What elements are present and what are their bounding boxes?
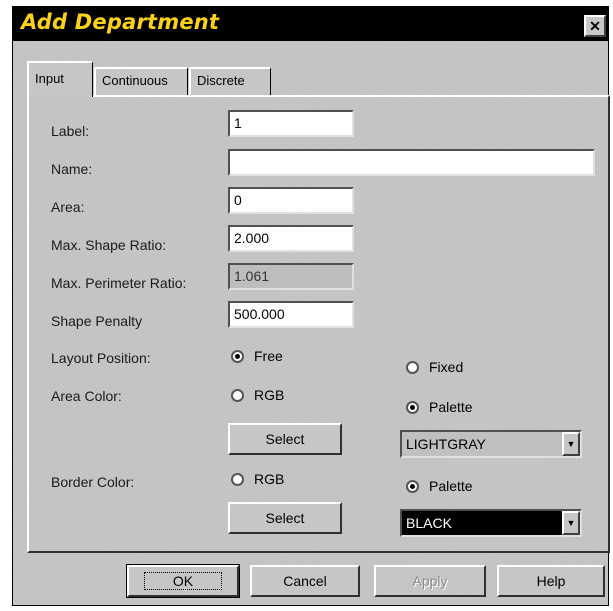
- dialog-title: Add Department: [21, 10, 220, 34]
- area-color-select-button[interactable]: Select: [228, 423, 342, 455]
- area-input[interactable]: 0: [228, 187, 354, 214]
- add-department-dialog: Add Department ✕ Input Continuous Discre…: [12, 6, 610, 606]
- radio-icon: [406, 360, 419, 374]
- shape-penalty-input[interactable]: 500.000: [228, 301, 354, 328]
- radio-icon: [231, 472, 244, 486]
- button-label: Select: [265, 510, 305, 526]
- name-input[interactable]: [228, 149, 595, 176]
- tab-label: Discrete: [197, 73, 245, 88]
- radio-label: Free: [254, 348, 283, 364]
- max-shape-ratio-input[interactable]: 2.000: [228, 225, 354, 252]
- radio-selected-icon: [406, 479, 419, 493]
- dropdown-value: LIGHTGRAY: [406, 436, 486, 452]
- area-color-palette-radio[interactable]: Palette: [406, 399, 473, 415]
- border-color-label: Border Color:: [51, 474, 135, 490]
- button-label: Cancel: [283, 573, 327, 589]
- radio-selected-icon: [406, 400, 419, 414]
- close-button[interactable]: ✕: [584, 15, 606, 37]
- max-perimeter-ratio-input: 1.061: [228, 263, 354, 290]
- border-color-select-button[interactable]: Select: [228, 502, 342, 534]
- max-perimeter-ratio-label: Max. Perimeter Ratio:: [51, 275, 187, 291]
- name-field-label: Name:: [51, 161, 93, 177]
- area-color-label: Area Color:: [51, 388, 122, 404]
- button-label: Help: [536, 573, 566, 589]
- area-color-rgb-radio[interactable]: RGB: [231, 387, 284, 403]
- ok-button[interactable]: OK: [126, 564, 240, 598]
- title-bar[interactable]: Add Department ✕: [13, 7, 608, 41]
- radio-selected-icon: [231, 349, 244, 363]
- chevron-down-icon[interactable]: ▼: [562, 432, 580, 456]
- tab-discrete[interactable]: Discrete: [189, 67, 271, 95]
- button-label: Apply: [412, 573, 448, 589]
- border-color-palette-radio[interactable]: Palette: [406, 478, 473, 494]
- area-field-label: Area:: [51, 199, 85, 215]
- border-color-rgb-radio[interactable]: RGB: [231, 471, 284, 487]
- help-button[interactable]: Help: [497, 565, 605, 597]
- apply-button: Apply: [374, 565, 486, 597]
- tab-input[interactable]: Input: [27, 61, 93, 97]
- tab-label: Input: [35, 71, 64, 86]
- tab-continuous[interactable]: Continuous: [94, 67, 188, 95]
- shape-penalty-label: Shape Penalty: [51, 313, 143, 329]
- radio-label: Fixed: [429, 359, 464, 375]
- layout-free-radio[interactable]: Free: [231, 348, 283, 364]
- radio-label: RGB: [254, 471, 285, 487]
- dropdown-value: BLACK: [406, 515, 452, 531]
- radio-label: Palette: [429, 478, 473, 494]
- radio-icon: [231, 388, 244, 402]
- cancel-button[interactable]: Cancel: [250, 565, 360, 597]
- radio-label: RGB: [254, 387, 285, 403]
- radio-label: Palette: [429, 399, 473, 415]
- close-icon: ✕: [589, 17, 601, 34]
- layout-position-label: Layout Position:: [51, 350, 151, 366]
- button-label: Select: [265, 431, 305, 447]
- tab-label: Continuous: [102, 73, 168, 88]
- label-field-label: Label:: [51, 123, 90, 139]
- chevron-down-icon[interactable]: ▼: [562, 511, 580, 535]
- label-input[interactable]: 1: [228, 110, 354, 137]
- max-shape-ratio-label: Max. Shape Ratio:: [51, 237, 167, 253]
- button-label: OK: [143, 572, 223, 590]
- border-color-palette-dropdown[interactable]: BLACK ▼: [400, 509, 582, 537]
- area-color-palette-dropdown[interactable]: LIGHTGRAY ▼: [400, 430, 582, 458]
- layout-fixed-radio[interactable]: Fixed: [406, 359, 463, 375]
